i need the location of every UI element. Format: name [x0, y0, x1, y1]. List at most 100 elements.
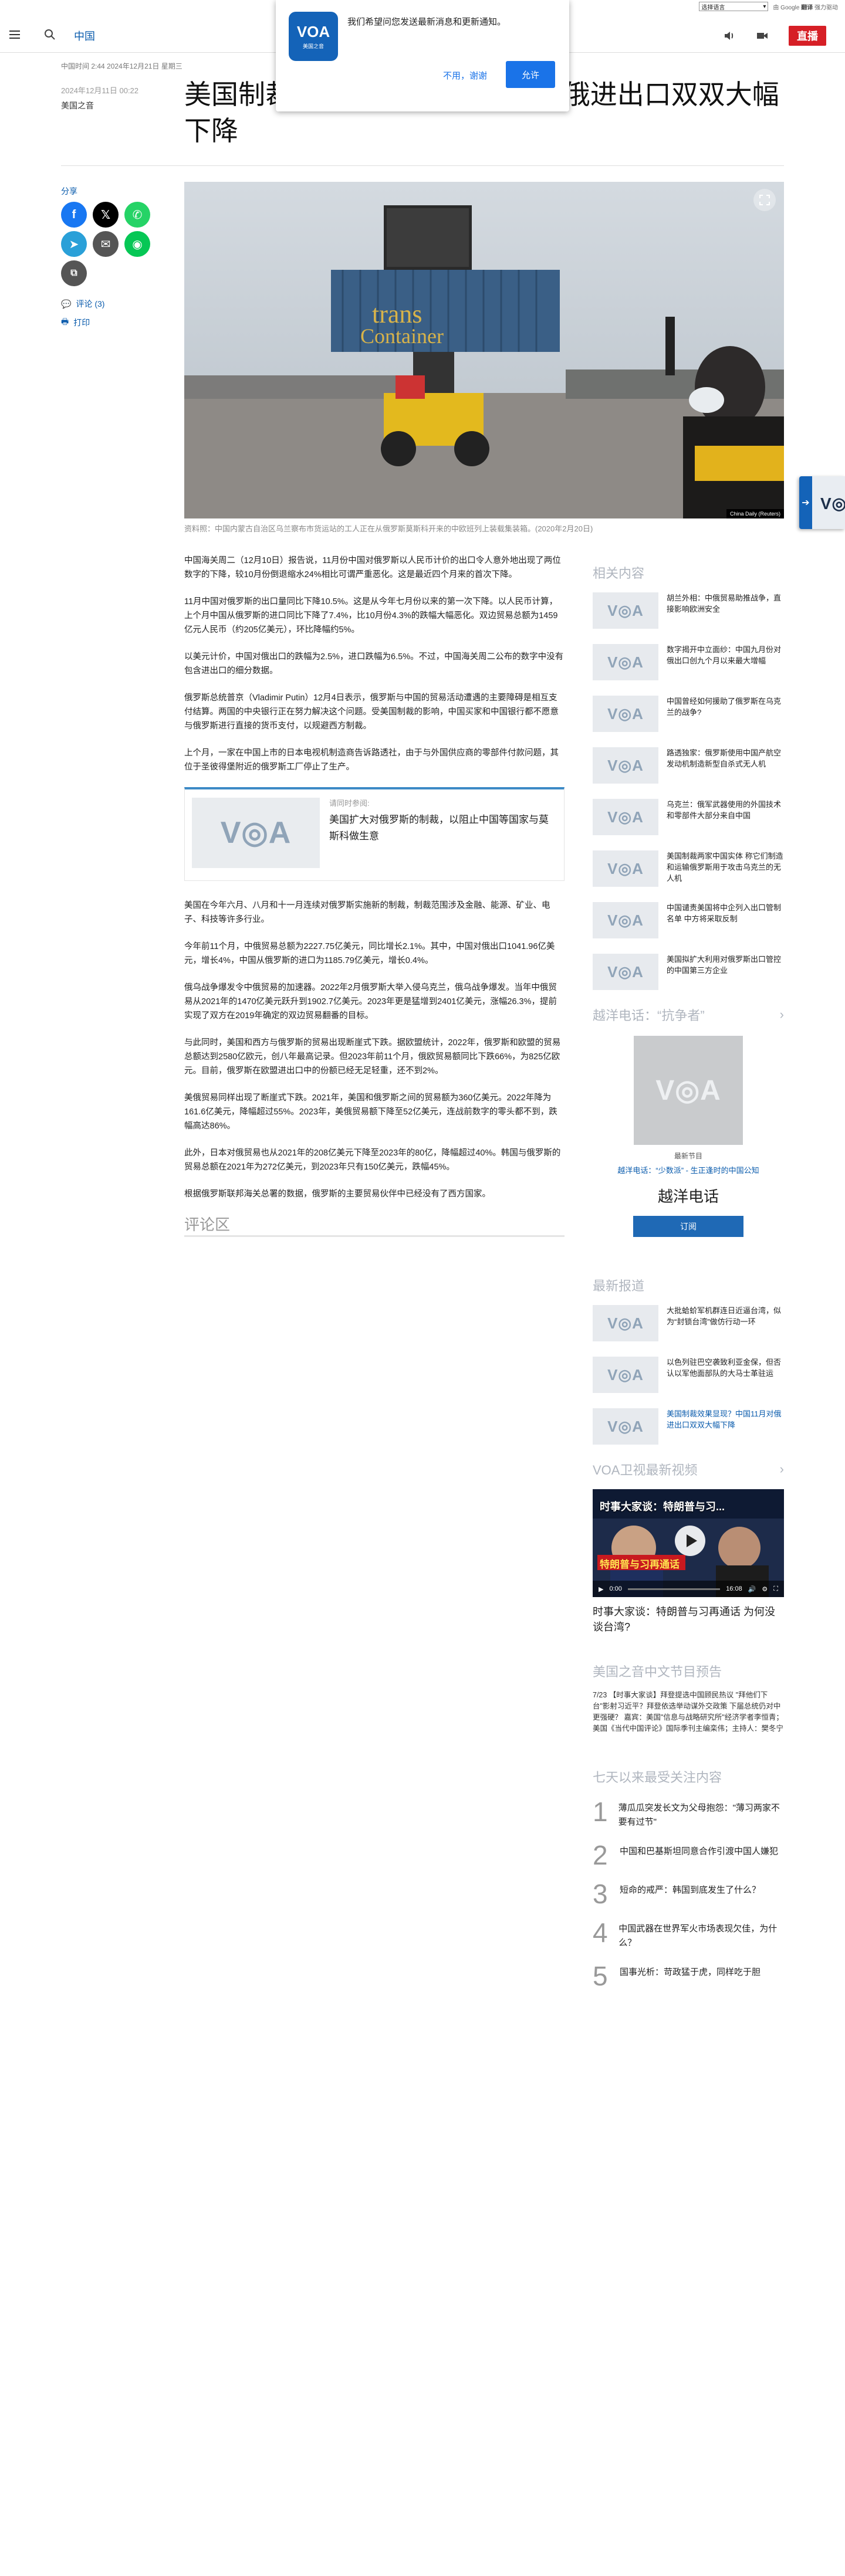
list-item-title[interactable]: 以色列驻巴空袭致利亚金保，但否认以军他面部队的大马士革驻运 [667, 1357, 784, 1391]
search-icon[interactable] [43, 28, 56, 41]
hero-photo: trans Container [184, 182, 784, 518]
video-total-time: 16:08 [726, 1585, 742, 1592]
paragraph: 俄罗斯总统普京（Vladimir Putin）12月4日表示，俄罗斯与中国的贸易… [184, 693, 559, 731]
list-item-title[interactable]: 中国曾经如何援助了俄罗斯在乌克兰的战争? [667, 696, 784, 730]
list-item-title[interactable]: 路透独家：俄罗斯使用中国产航空发动机制造新型自杀式无人机 [667, 747, 784, 781]
play-small-icon[interactable]: ▶ [599, 1585, 603, 1593]
translate-brand[interactable]: 翻译 [801, 5, 813, 11]
thumbnail: V◎A [593, 644, 658, 680]
schedule-item[interactable]: 7/23 【时事大家谈】拜登提选中国顾民热议 "拜他们下台"影射习近平？拜登依选… [593, 1690, 784, 1734]
podcast-artwork[interactable]: V◎A [634, 1036, 743, 1145]
paragraph: 上个月，一家在中国上市的日本电视机制造商告诉路透社，由于与外国供应商的零部件付款… [184, 748, 559, 772]
whatsapp-icon[interactable]: ✆ [124, 202, 150, 228]
paragraph: 此外，日本对俄贸易也从2021年的208亿美元下降至2023年的80亿，降幅超过… [184, 1148, 561, 1172]
popular-item[interactable]: 3 短命的戒严：韩国到底发生了什么？ [593, 1880, 784, 1907]
popular-item-title[interactable]: 国事光析：苛政猛于虎，同样吃于胆 [620, 1963, 760, 1980]
schedule-heading-title: 美国之音中文节目预告 [593, 1665, 722, 1679]
floating-app-widget[interactable]: ➔ V◎ [799, 476, 845, 529]
list-item-title[interactable]: 数字揭开中立面纱：中国九月份对俄出口创九个月以来最大增幅 [667, 644, 784, 678]
podcast-heading[interactable]: 越洋电话：“抗争者” › [593, 1005, 784, 1024]
popular-item-title[interactable]: 薄瓜瓜突发长文为父母抱怨："薄习两家不要有过节" [618, 1799, 784, 1829]
list-item[interactable]: V◎A 路透独家：俄罗斯使用中国产航空发动机制造新型自杀式无人机 [593, 747, 784, 784]
article-author[interactable]: 美国之音 [61, 100, 94, 111]
list-item-title[interactable]: 美国制裁效果显现？中国11月对俄进出口双双大幅下降 [667, 1408, 784, 1442]
date-line: 中国时间 2:44 2024年12月21日 星期三 [61, 62, 182, 70]
popular-item-title[interactable]: 中国和巴基斯坦同意合作引渡中国人嫌犯 [620, 1842, 778, 1859]
hero-image[interactable]: trans Container China Daily (Reuters) [184, 182, 784, 518]
thumbnail: V◎A [593, 1305, 658, 1341]
list-item[interactable]: V◎A 大批蛤蚧军机群连日近逼台湾，似为“封锁台湾”做仿行动一环 [593, 1305, 784, 1341]
video-heading[interactable]: VOA卫视最新视频 › [593, 1460, 784, 1479]
chevron-right-icon: › [779, 1007, 784, 1022]
popular-item-title[interactable]: 短命的戒严：韩国到底发生了什么？ [620, 1881, 760, 1897]
notification-deny-button[interactable]: 不用，谢谢 [443, 69, 487, 82]
popular-item[interactable]: 5 国事光析：苛政猛于虎，同样吃于胆 [593, 1961, 784, 1991]
list-item-title[interactable]: 乌克兰：俄军武器使用的外国技术和零部件大部分来自中国 [667, 799, 784, 833]
podcast-kicker: 最新节目 [674, 1152, 702, 1160]
notification-allow-button[interactable]: 允许 [506, 61, 555, 88]
email-icon[interactable]: ✉ [93, 231, 119, 257]
list-item-title[interactable]: 大批蛤蚧军机群连日近逼台湾，似为“封锁台湾”做仿行动一环 [667, 1305, 784, 1339]
hamburger-menu-icon[interactable] [8, 28, 21, 41]
paragraph: 美国在今年六月、八月和十一月连续对俄罗斯实施新的制裁，制裁范围涉及金融、能源、矿… [184, 901, 550, 924]
comments-link[interactable]: 💬 评论 (3) [61, 298, 104, 310]
popular-item-title[interactable]: 中国武器在世界军火市场表现欠佳，为什么？ [618, 1920, 784, 1950]
list-item[interactable]: V◎A 以色列驻巴空袭致利亚金保，但否认以军他面部队的大马士革驻运 [593, 1357, 784, 1393]
live-button[interactable]: 直播 [789, 26, 826, 46]
podcast-episode-link[interactable]: 越洋电话：“少数派” - 生正逢时的中国公知 [593, 1164, 784, 1175]
telegram-icon[interactable]: ➤ [61, 231, 87, 257]
print-link-label: 打印 [73, 318, 90, 327]
list-item[interactable]: V◎A 美国制裁效果显现？中国11月对俄进出口双双大幅下降 [593, 1408, 784, 1445]
list-item[interactable]: V◎A 乌克兰：俄军武器使用的外国技术和零部件大部分来自中国 [593, 799, 784, 835]
list-item[interactable]: V◎A 中国谴责美国将中企列入出口管制名单 中方将采取反制 [593, 902, 784, 938]
video-caption[interactable]: 时事大家谈：特朗普与习再通话 为何没谈台湾? [593, 1604, 784, 1635]
related-article-card[interactable]: V◎A 请同时参阅: 美国扩大对俄罗斯的制裁，以阻止中国等国家与莫斯科做生意 [184, 787, 565, 881]
popular-item[interactable]: 1 薄瓜瓜突发长文为父母抱怨："薄习两家不要有过节" [593, 1797, 784, 1829]
arrow-right-icon[interactable]: ➔ [799, 476, 812, 529]
video-progress-bar[interactable] [627, 1588, 721, 1590]
related-kicker: 请同时参阅: [329, 799, 370, 808]
thumbnail: V◎A [593, 747, 658, 784]
settings-icon[interactable]: ⚙ [762, 1585, 768, 1593]
thumbnail: V◎A [593, 592, 658, 629]
rank-number: 5 [593, 1961, 608, 1991]
volume-icon[interactable]: 🔊 [748, 1585, 756, 1593]
video-icon[interactable] [756, 29, 769, 42]
article-body: 中国海关周二（12月10日）报告说，11月份中国对俄罗斯以人民币计价的出口令人意… [184, 554, 565, 1237]
list-item[interactable]: V◎A 数字揭开中立面纱：中国九月份对俄出口创九个月以来最大增幅 [593, 644, 784, 680]
video-overlay-title: 时事大家谈：特朗普与习... [600, 1501, 725, 1513]
subscribe-button[interactable]: 订阅 [633, 1216, 743, 1237]
related-thumbnail: V◎A [192, 798, 320, 868]
thumbnail: V◎A [593, 1408, 658, 1445]
rank-number: 2 [593, 1840, 608, 1870]
svg-text:Container: Container [360, 324, 444, 348]
audio-icon[interactable] [723, 29, 736, 42]
print-link[interactable]: 🖶 打印 [61, 316, 90, 330]
paragraph: 美俄贸易同样出现了断崖式下跌。2021年，美国和俄罗斯之间的贸易额为360亿美元… [184, 1093, 557, 1131]
language-select[interactable]: 选择语言 ▾ [699, 2, 769, 11]
copy-link-icon[interactable]: ⧉ [61, 260, 87, 286]
expand-image-icon[interactable] [753, 189, 776, 211]
line-icon[interactable]: ◉ [124, 231, 150, 257]
play-icon[interactable] [675, 1526, 705, 1556]
list-item[interactable]: V◎A 胡兰外相：中俄贸易助推战争，直接影响欧洲安全 [593, 592, 784, 629]
video-player[interactable]: 时事大家谈：特朗普与习... 特朗普与习再通话 ▶ 0:00 16:08 🔊 ⚙… [593, 1489, 784, 1597]
popular-item[interactable]: 4 中国武器在世界军火市场表现欠佳，为什么？ [593, 1919, 784, 1950]
list-item[interactable]: V◎A 中国曾经如何援助了俄罗斯在乌克兰的战争? [593, 696, 784, 732]
list-item[interactable]: V◎A 美国制裁两家中国实体 称它们制造和运输俄罗斯用于攻击乌克兰的无人机 [593, 850, 784, 887]
voa-logo-subtext: 美国之音 [302, 43, 324, 49]
list-item-title[interactable]: 中国谴责美国将中企列入出口管制名单 中方将采取反制 [667, 902, 784, 936]
facebook-icon[interactable]: f [61, 202, 87, 228]
related-title[interactable]: 美国扩大对俄罗斯的制裁，以阻止中国等国家与莫斯科做生意 [329, 812, 552, 845]
section-link-china[interactable]: 中国 [74, 28, 95, 43]
list-item-title[interactable]: 美国制裁两家中国实体 称它们制造和运输俄罗斯用于攻击乌克兰的无人机 [667, 850, 784, 884]
latest-heading: 最新报道 [593, 1276, 784, 1294]
popular-item[interactable]: 2 中国和巴基斯坦同意合作引渡中国人嫌犯 [593, 1840, 784, 1870]
list-item-title[interactable]: 美国拟扩大利用对俄罗斯出口管控的中国第三方企业 [667, 954, 784, 988]
latest-heading-title: 最新报道 [593, 1279, 645, 1293]
list-item[interactable]: V◎A 美国拟扩大利用对俄罗斯出口管控的中国第三方企业 [593, 954, 784, 990]
rank-number: 1 [593, 1797, 608, 1827]
fullscreen-icon[interactable]: ⛶ [773, 1585, 778, 1593]
x-twitter-icon[interactable]: 𝕏 [93, 202, 119, 228]
list-item-title[interactable]: 胡兰外相：中俄贸易助推战争，直接影响欧洲安全 [667, 592, 784, 626]
